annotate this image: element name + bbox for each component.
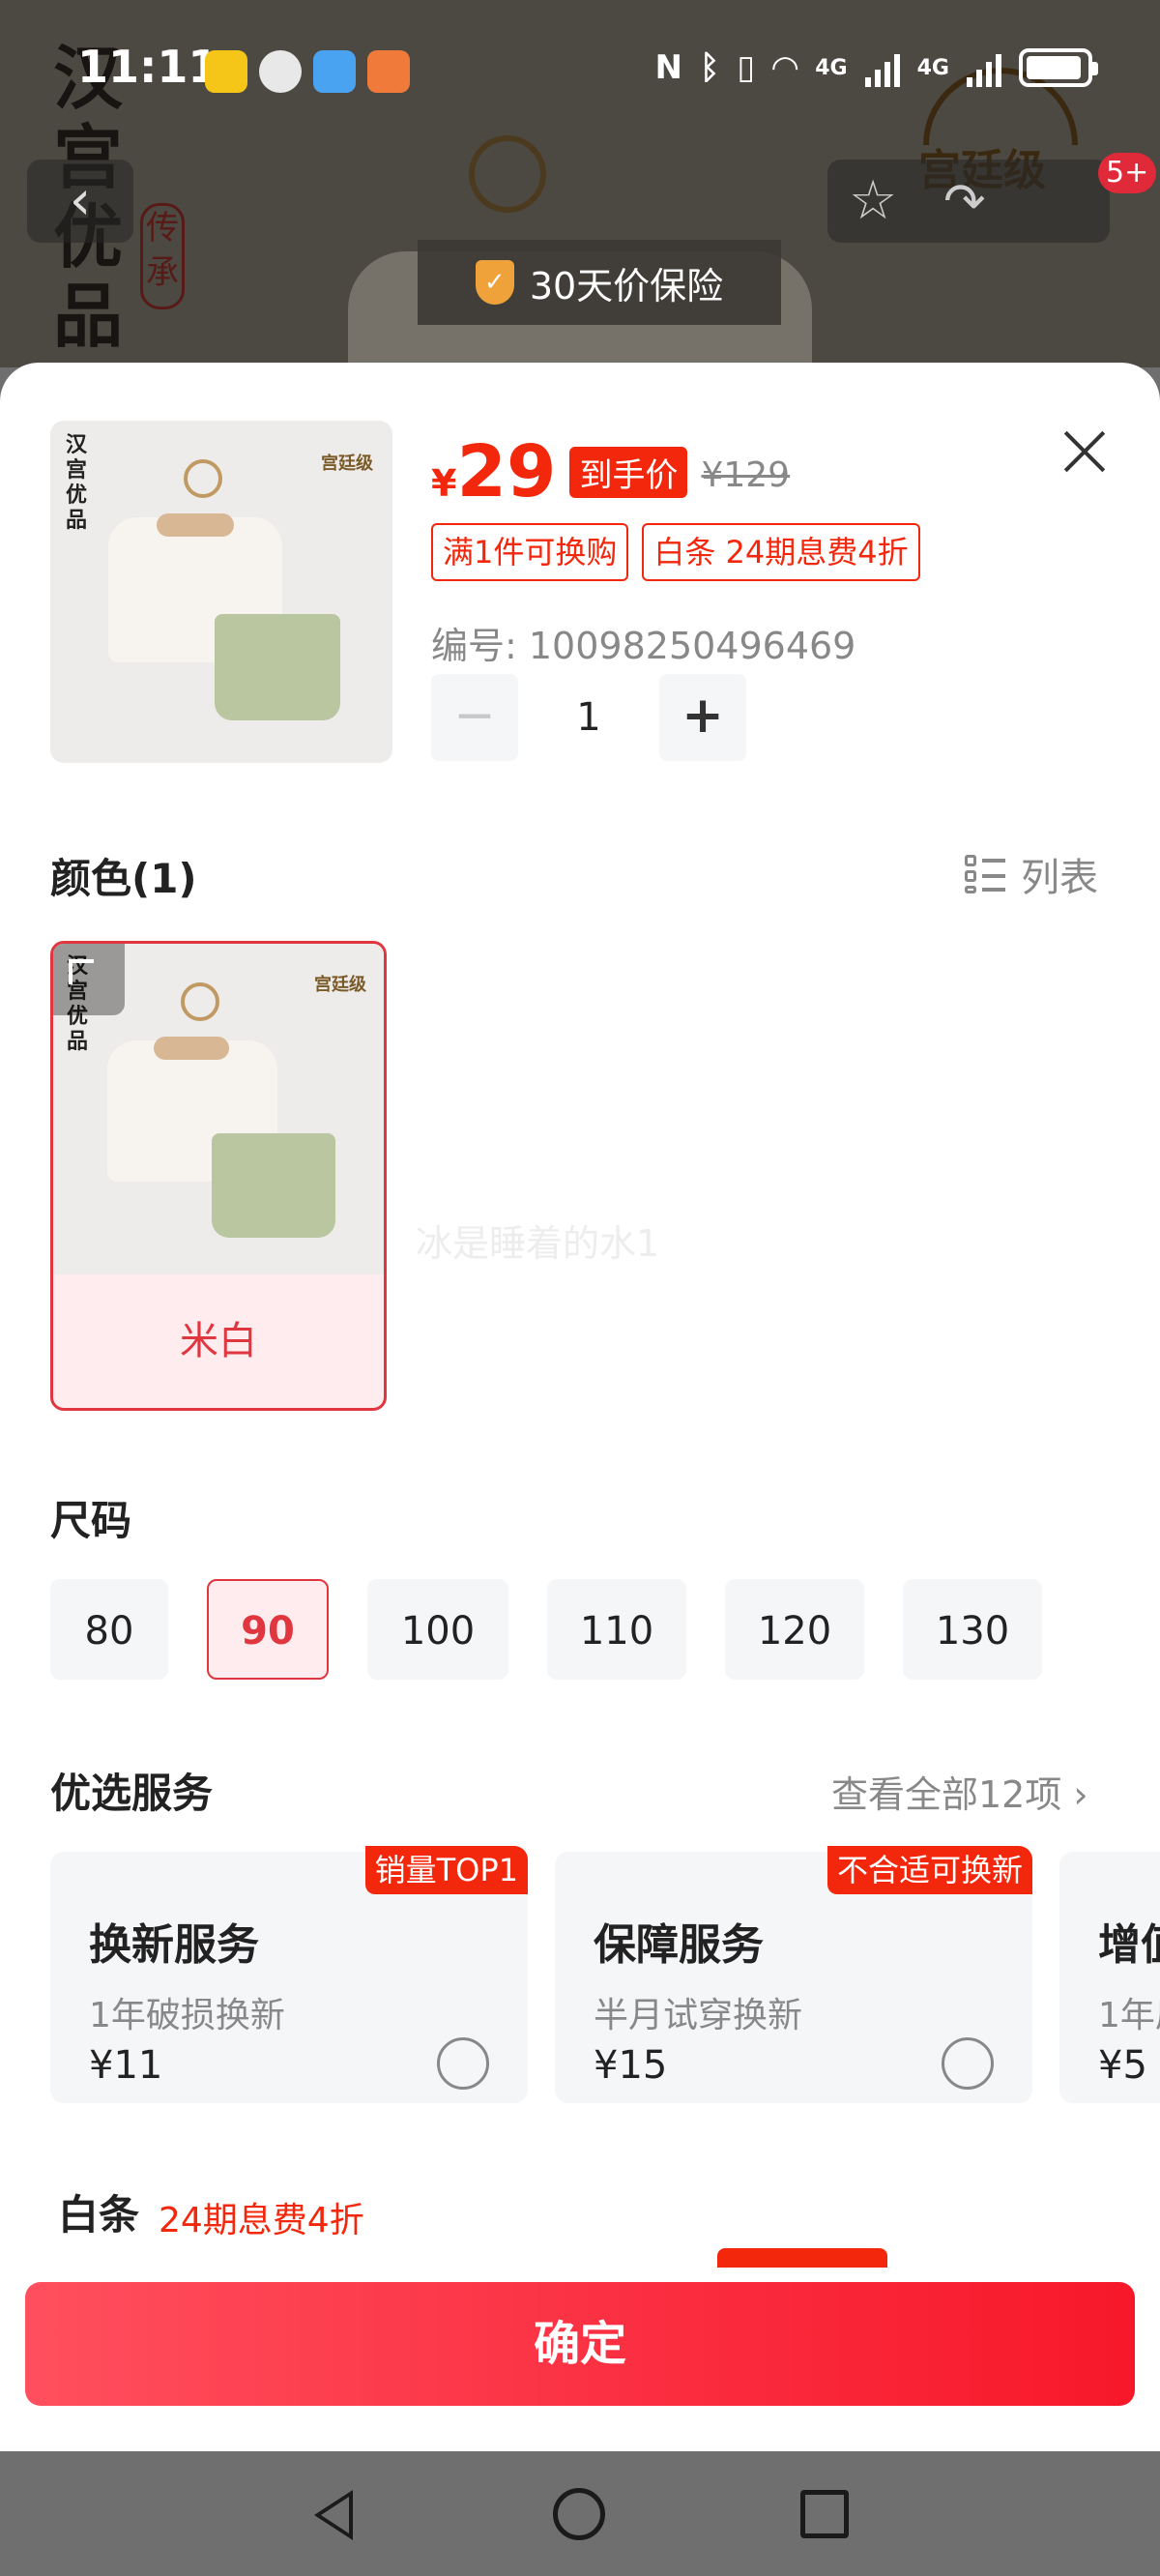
color-option-card[interactable]: 汉宫优品 宫廷级 米白 xyxy=(50,941,387,1411)
service-price: ¥15 xyxy=(594,2043,668,2088)
baitiao-option-peek xyxy=(717,2248,887,2268)
quantity-value[interactable]: 1 xyxy=(518,695,659,740)
quantity-stepper: − 1 + xyxy=(431,674,746,761)
message-count-badge: 5+ xyxy=(1098,153,1157,193)
service-tag: 销量TOP1 xyxy=(364,1846,528,1894)
quantity-increase-button[interactable]: + xyxy=(659,674,746,761)
color-logo-text: 宫廷级 xyxy=(314,975,366,995)
notification-app-icon xyxy=(367,50,410,93)
promo-tag[interactable]: 满1件可换购 xyxy=(431,523,629,581)
color-section-title: 颜色(1) xyxy=(50,855,197,902)
confirm-button[interactable]: 确定 xyxy=(25,2282,1135,2406)
price-guarantee-text: 30天价保险 xyxy=(529,264,724,307)
final-price-tag: 到手价 xyxy=(569,447,688,498)
status-bar: 11:11 N ᛒ ▯ ◠ 4G 4G xyxy=(0,0,1160,145)
status-indicators: N ᛒ ▯ ◠ 4G 4G xyxy=(654,48,1098,87)
list-view-toggle[interactable]: 列表 xyxy=(965,846,1098,902)
thumb-logo-text: 宫廷级 xyxy=(321,454,373,474)
size-option-110[interactable]: 110 xyxy=(547,1579,686,1680)
color-option-label: 米白 xyxy=(180,1319,257,1363)
baitiao-note: 24期息费4折 xyxy=(159,2201,364,2240)
notification-app-icon xyxy=(205,50,247,93)
bluetooth-icon: ᛒ xyxy=(699,48,720,87)
system-navigation-bar xyxy=(0,2451,1160,2576)
system-back-icon[interactable] xyxy=(314,2490,353,2540)
product-thumbnail[interactable]: 汉宫优品 宫廷级 xyxy=(50,421,392,763)
thumb-shorts xyxy=(215,614,340,720)
notification-app-icon xyxy=(259,50,302,93)
service-section-title: 优选服务 xyxy=(50,1770,214,1817)
service-card-protection[interactable]: 不合适可换新 保障服务 半月试穿换新 ¥15 xyxy=(555,1846,1032,2103)
service-cards: 销量TOP1 换新服务 1年破损换新 ¥11 不合适可换新 保障服务 半月试穿换… xyxy=(50,1846,1160,2103)
watermark-text: 冰是睡着的水1 xyxy=(416,1222,660,1265)
signal-1-icon xyxy=(864,48,900,87)
baitiao-label: 白条 xyxy=(58,2191,140,2239)
view-all-services-link[interactable]: 查看全部12项 › xyxy=(831,1765,1088,1818)
service-desc: 1年质保 xyxy=(1098,1996,1160,2035)
top-action-group: ☆ ↷ xyxy=(827,160,1110,243)
color-medallion xyxy=(181,982,219,1021)
currency-symbol: ¥ xyxy=(431,462,457,505)
thumb-medallion xyxy=(184,459,222,498)
size-options: 80 90 100 110 120 130 xyxy=(50,1579,1042,1680)
wifi-icon: ◠ xyxy=(772,48,798,87)
service-price: ¥5 xyxy=(1098,2043,1147,2088)
color-collar xyxy=(154,1037,229,1060)
nfc-icon: N xyxy=(654,48,682,87)
size-option-120[interactable]: 120 xyxy=(725,1579,864,1680)
system-home-icon[interactable] xyxy=(553,2488,605,2540)
service-radio[interactable] xyxy=(942,2037,994,2090)
size-option-80[interactable]: 80 xyxy=(50,1579,168,1680)
service-name: 换新服务 xyxy=(89,1920,259,1970)
thumb-brand-mark: 汉宫优品 xyxy=(66,432,88,533)
service-name: 保障服务 xyxy=(594,1920,764,1970)
close-icon[interactable] xyxy=(1054,421,1116,483)
service-price: ¥11 xyxy=(89,2043,163,2088)
list-icon xyxy=(965,853,1007,895)
size-option-130[interactable]: 130 xyxy=(903,1579,1042,1680)
service-desc: 半月试穿换新 xyxy=(594,1996,803,2035)
favorite-star-icon[interactable]: ☆ xyxy=(849,169,897,232)
quantity-decrease-button[interactable]: − xyxy=(431,674,518,761)
vibrate-icon: ▯ xyxy=(737,48,756,87)
notification-app-icon xyxy=(313,50,356,93)
system-recents-icon[interactable] xyxy=(800,2490,849,2538)
expand-image-icon[interactable] xyxy=(53,944,125,1015)
list-view-label: 列表 xyxy=(1021,856,1098,900)
service-tag: 不合适可换新 xyxy=(826,1846,1032,1894)
sku-code: 编号: 10098250496469 xyxy=(431,625,856,667)
status-time: 11:11 xyxy=(77,41,219,93)
network-type-2: 4G xyxy=(916,55,949,80)
network-type-1: 4G xyxy=(815,55,848,80)
size-option-90[interactable]: 90 xyxy=(207,1579,329,1680)
color-shorts xyxy=(212,1133,335,1238)
signal-2-icon xyxy=(967,48,1001,87)
share-icon[interactable]: ↷ xyxy=(943,173,986,231)
final-price: 29 xyxy=(456,430,557,513)
price-row: ¥ 29 到手价 ¥129 xyxy=(431,430,790,513)
promo-tag[interactable]: 白条 24期息费4折 xyxy=(642,523,920,581)
original-price: ¥129 xyxy=(701,455,791,495)
service-desc: 1年破损换新 xyxy=(89,1996,285,2035)
color-option-image: 汉宫优品 宫廷级 xyxy=(53,944,384,1274)
shield-check-icon: ✓ xyxy=(475,260,514,305)
back-button[interactable]: ‹ xyxy=(27,160,133,243)
service-card-replacement[interactable]: 销量TOP1 换新服务 1年破损换新 ¥11 xyxy=(50,1846,528,2103)
battery-icon xyxy=(1019,48,1098,87)
thumb-collar xyxy=(157,513,234,537)
sku-selector-sheet: 汉宫优品 宫廷级 ¥ 29 到手价 ¥129 满1件可换购 白条 24期息费4折… xyxy=(0,363,1160,2451)
promo-tags: 满1件可换购 白条 24期息费4折 xyxy=(431,523,920,581)
size-section-title: 尺码 xyxy=(50,1497,132,1544)
service-name: 增值服务 xyxy=(1098,1920,1160,1970)
size-option-100[interactable]: 100 xyxy=(367,1579,508,1680)
price-guarantee-banner: ✓ 30天价保险 xyxy=(418,240,781,325)
service-card-value-added[interactable]: 增值服务 1年质保 ¥5 xyxy=(1059,1852,1160,2103)
service-radio[interactable] xyxy=(437,2037,489,2090)
